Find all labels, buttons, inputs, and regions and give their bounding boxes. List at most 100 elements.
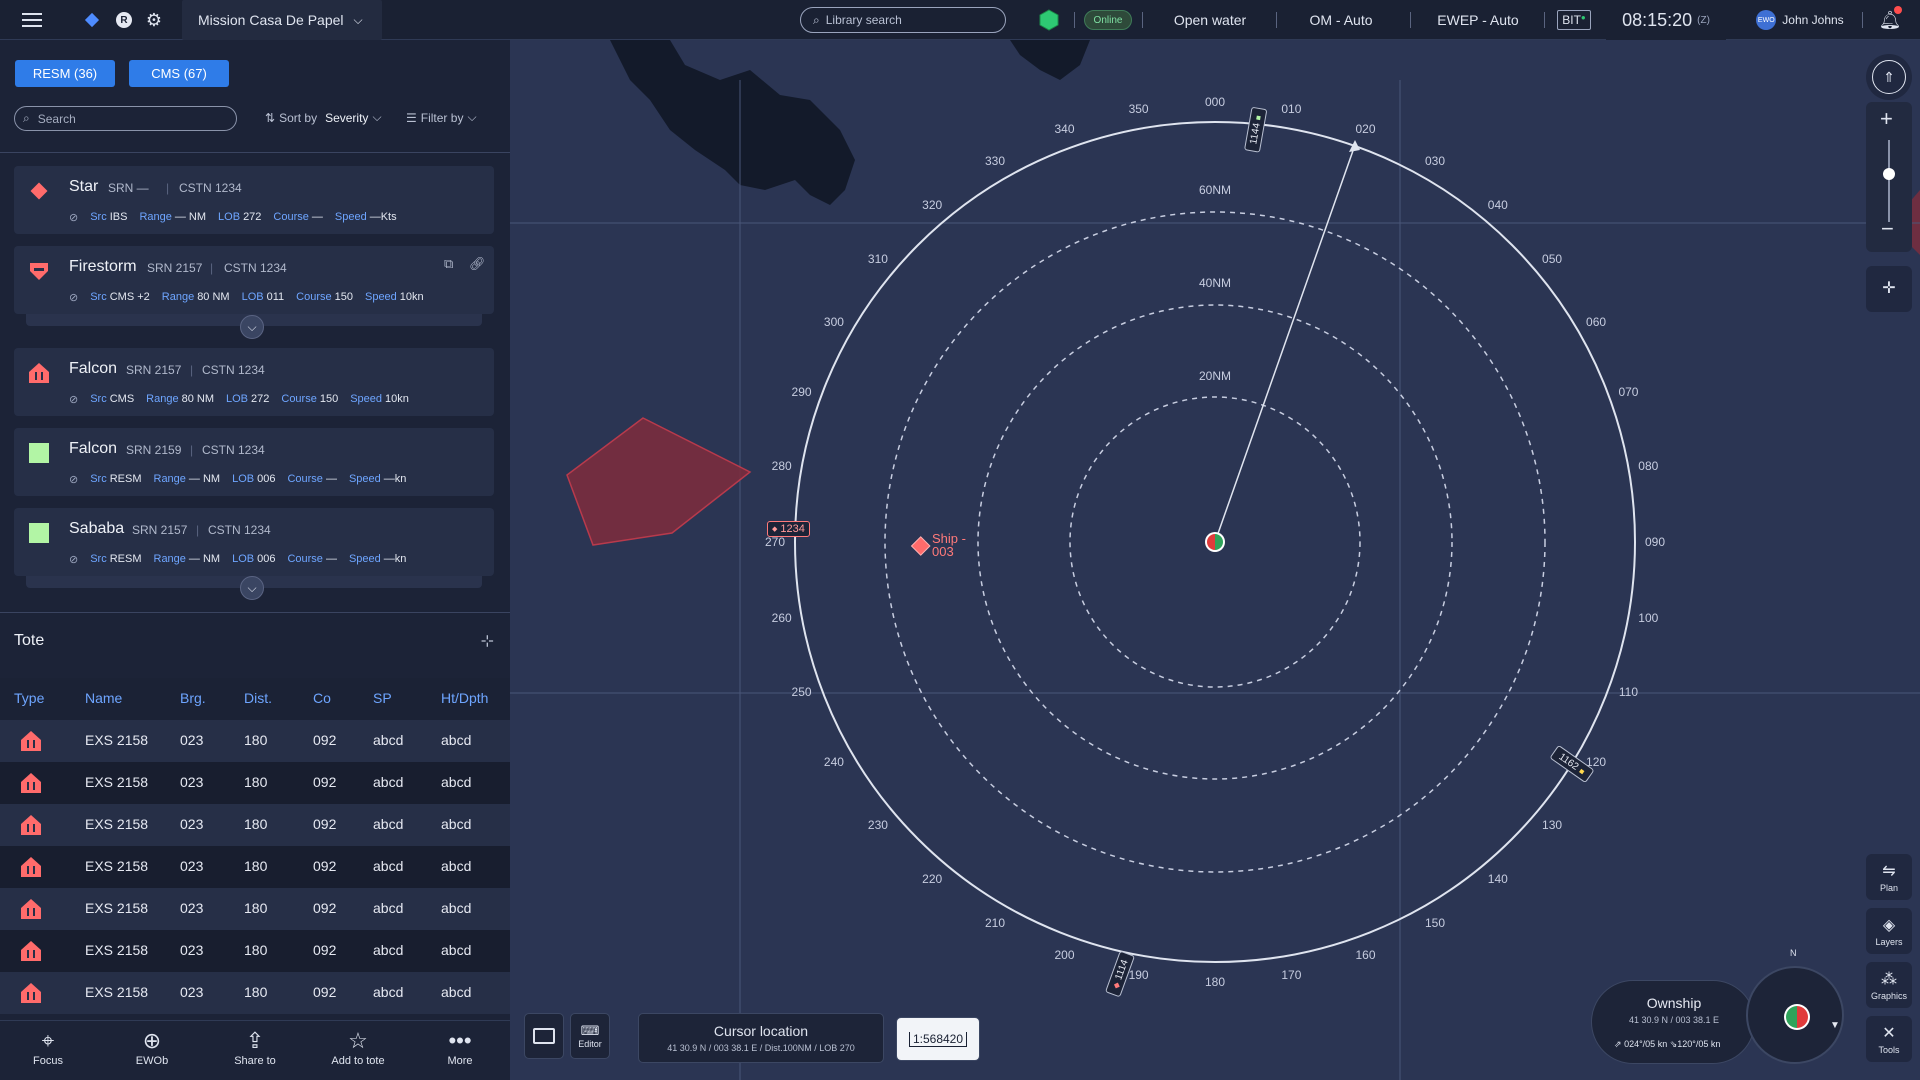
track-1234-tag[interactable]: ◆ 1234 bbox=[767, 521, 810, 537]
col-co[interactable]: Co bbox=[313, 690, 331, 706]
more-button[interactable]: ••• More bbox=[420, 1027, 500, 1067]
alert-card[interactable]: Firestorm SRN 2157 | CSTN 1234 ⧉ 🔗︎ ⊘ Sr… bbox=[14, 246, 494, 314]
gear-icon[interactable]: ⚙ bbox=[142, 0, 166, 40]
filter-control[interactable]: ☰ Filter by ⌵ bbox=[406, 110, 477, 125]
expand-chevron-icon[interactable]: ⌵ bbox=[240, 315, 264, 339]
collapse-icon[interactable]: ⊹ bbox=[481, 631, 494, 651]
hostile-area-polygon[interactable] bbox=[566, 417, 752, 546]
cell-brg: 023 bbox=[180, 858, 204, 874]
tab-resm[interactable]: RESM (36) bbox=[15, 60, 115, 87]
zoom-in-icon[interactable]: + bbox=[1880, 106, 1893, 132]
alert-search-input[interactable]: ⌕ Search bbox=[14, 106, 237, 131]
cell-ht: abcd bbox=[441, 900, 472, 916]
link-icon[interactable]: 🔗︎ bbox=[469, 256, 486, 272]
col-sp[interactable]: SP bbox=[373, 690, 392, 706]
heading-arrow-icon bbox=[1349, 140, 1360, 152]
notification-bell-icon[interactable]: 🔔︎ bbox=[1872, 0, 1908, 40]
north-up-button[interactable]: ⇑ bbox=[1866, 54, 1912, 100]
col-ht-dpth[interactable]: Ht/Dpth bbox=[441, 690, 488, 706]
graphics-button[interactable]: ⁂ Graphics bbox=[1866, 962, 1912, 1008]
sort-control[interactable]: ⇅ Sort by Severity ⌵ bbox=[265, 110, 382, 125]
bearing-label: 000 bbox=[1204, 95, 1226, 109]
ewob-button[interactable]: ⊕ EWOb bbox=[112, 1027, 192, 1067]
ship-contact-label[interactable]: Ship - 003 bbox=[932, 532, 966, 558]
left-panel: RESM (36) CMS (67) ⌕ Search ⇅ Sort by Se… bbox=[0, 40, 510, 1080]
hexagon-status-icon[interactable] bbox=[1034, 0, 1064, 40]
table-row[interactable]: EXS 2158 023 180 092 abcd abcd bbox=[0, 720, 510, 762]
compass-dropdown-icon[interactable]: ▼ bbox=[1830, 1020, 1840, 1031]
alert-course: — bbox=[325, 553, 337, 565]
cell-ht: abcd bbox=[441, 774, 472, 790]
alert-cstn: CSTN 1234 bbox=[179, 181, 242, 195]
table-row[interactable]: EXS 2158 023 180 092 abcd abcd bbox=[0, 972, 510, 1014]
zoom-slider-thumb[interactable] bbox=[1883, 168, 1895, 180]
editor-button[interactable]: ⌨ Editor bbox=[570, 1013, 610, 1059]
copy-icon[interactable]: ⧉ bbox=[444, 256, 453, 272]
cell-ht: abcd bbox=[441, 858, 472, 874]
col-name[interactable]: Name bbox=[85, 690, 122, 706]
cell-ht: abcd bbox=[441, 984, 472, 1000]
ownship-title: Ownship bbox=[1646, 995, 1702, 1011]
table-row[interactable]: EXS 2158 023 180 092 abcd abcd bbox=[0, 930, 510, 972]
fit-view-button[interactable]: ✛ bbox=[1866, 266, 1912, 312]
r-badge-label: R bbox=[116, 12, 132, 28]
cell-name: EXS 2158 bbox=[85, 774, 149, 790]
expand-chevron-icon[interactable]: ⌵ bbox=[240, 576, 264, 600]
cell-brg: 023 bbox=[180, 942, 204, 958]
bit-button[interactable]: BIT● bbox=[1554, 0, 1594, 40]
layers-button[interactable]: ◈ Layers bbox=[1866, 908, 1912, 954]
alert-card[interactable]: Falcon SRN 2159 | CSTN 1234 ⊘ Src RESM Ra… bbox=[14, 428, 494, 496]
table-row[interactable]: EXS 2158 023 180 092 abcd abcd bbox=[0, 804, 510, 846]
share-icon: ⇪ bbox=[245, 1028, 265, 1053]
library-search-input[interactable]: ⌕ Library search bbox=[800, 7, 1006, 33]
r-badge-icon[interactable]: R bbox=[112, 0, 136, 40]
col-type[interactable]: Type bbox=[14, 690, 44, 706]
alert-cstn: CSTN 1234 bbox=[202, 443, 265, 457]
ship-contact-icon[interactable] bbox=[910, 536, 931, 556]
bearing-label: 230 bbox=[867, 817, 888, 832]
table-row[interactable]: EXS 2158 023 180 092 abcd abcd bbox=[0, 846, 510, 888]
cursor-location-detail: 41 30.9 N / 003 38.1 E / Dist.100NM / LO… bbox=[667, 1043, 855, 1053]
table-row[interactable]: EXS 2158 023 180 092 abcd abcd bbox=[0, 762, 510, 804]
add-to-tote-button[interactable]: ☆ Add to tote bbox=[318, 1027, 398, 1067]
scale-value: 1:568420 bbox=[908, 1031, 968, 1047]
bearing-label: 340 bbox=[1054, 121, 1075, 136]
cell-dist: 180 bbox=[244, 984, 268, 1000]
avatar: EWO bbox=[1756, 10, 1777, 30]
share-label: Share to bbox=[234, 1055, 276, 1067]
user-menu[interactable]: EWO John Johns bbox=[1740, 0, 1860, 40]
tactical-map[interactable]: 000 010 020 030 040 050 060 070 080 090 100 110 120 1… bbox=[510, 40, 1920, 1080]
diamond-app-icon[interactable] bbox=[80, 0, 104, 40]
hamburger-menu-icon[interactable] bbox=[16, 0, 48, 40]
ewob-label: EWOb bbox=[135, 1055, 169, 1067]
alert-srn: SRN 2159 bbox=[126, 443, 182, 457]
alert-card[interactable]: Sababa SRN 2157 | CSTN 1234 ⊘ Src RESM Ra… bbox=[14, 508, 494, 576]
plan-button[interactable]: ⇋ Plan bbox=[1866, 854, 1912, 900]
table-row[interactable]: EXS 2158 023 180 092 abcd abcd bbox=[0, 888, 510, 930]
mission-selector[interactable]: Mission Casa De Papel ⌵ bbox=[182, 0, 382, 40]
hostile-ship-icon bbox=[20, 856, 42, 878]
tab-cms[interactable]: CMS (67) bbox=[129, 60, 229, 87]
alert-card[interactable]: Star SRN — | CSTN 1234 ⊘ Src IBS Range — N… bbox=[14, 166, 494, 234]
share-button[interactable]: ⇪ Share to bbox=[215, 1027, 295, 1067]
tools-button[interactable]: ✕ Tools bbox=[1866, 1016, 1912, 1062]
col-brg[interactable]: Brg. bbox=[180, 690, 206, 706]
alert-src: CMS +2 bbox=[109, 291, 150, 303]
col-dist[interactable]: Dist. bbox=[244, 690, 272, 706]
open-water-mode[interactable]: Open water bbox=[1160, 0, 1260, 40]
ownship-panel[interactable]: Ownship 41 30.9 N / 003 38.1 E ⇗ 024°/05… bbox=[1591, 980, 1755, 1064]
om-mode[interactable]: OM - Auto bbox=[1296, 0, 1386, 40]
focus-button[interactable]: ⌖ Focus bbox=[8, 1027, 88, 1067]
select-area-button[interactable] bbox=[524, 1013, 564, 1059]
cell-brg: 023 bbox=[180, 732, 204, 748]
src-type-icon: ⊘ bbox=[69, 212, 79, 224]
alert-lob: 011 bbox=[266, 291, 285, 303]
ownship-compass[interactable]: N ▼ bbox=[1746, 948, 1844, 1064]
ewep-mode[interactable]: EWEP - Auto bbox=[1428, 0, 1528, 40]
zoom-out-icon[interactable]: − bbox=[1881, 216, 1894, 242]
ownship-speed-2: 120°/05 kn bbox=[1677, 1039, 1721, 1049]
scale-button[interactable]: 1:568420 bbox=[896, 1017, 980, 1061]
alert-card[interactable]: Falcon SRN 2157 | CSTN 1234 ⊘ Src CMS Ran… bbox=[14, 348, 494, 416]
alert-speed: —kn bbox=[383, 553, 407, 565]
zoom-slider-track[interactable] bbox=[1888, 140, 1890, 222]
